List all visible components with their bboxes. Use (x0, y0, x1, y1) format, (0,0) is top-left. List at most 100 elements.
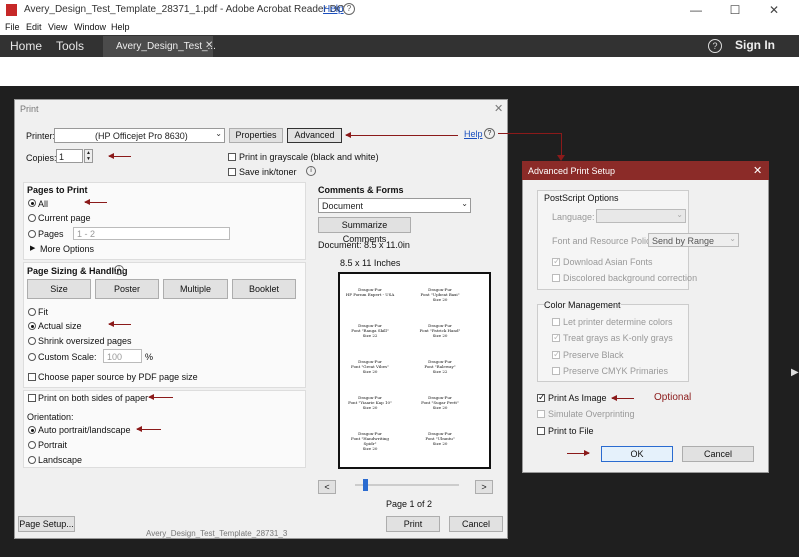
shrink-radio[interactable] (28, 337, 36, 345)
custom-scale-label: Custom Scale: (38, 352, 97, 362)
menu-help[interactable]: Help (111, 22, 130, 32)
fit-radio[interactable] (28, 308, 36, 316)
tab-poster[interactable]: Poster (95, 279, 159, 299)
custom-scale-input[interactable]: 100 (103, 349, 142, 363)
help-link-top[interactable]: Help (323, 4, 344, 15)
preview-size: 8.5 x 11 Inches (340, 258, 401, 268)
toolbar-strip (0, 57, 799, 86)
pdf-file-icon (6, 4, 17, 16)
preview-label: Dragon-Fur Font "Handwriting Spidr" Size 2… (345, 431, 395, 451)
page-slider-thumb[interactable] (363, 479, 369, 491)
summarize-comments-button[interactable]: Summarize Comments (318, 217, 411, 244)
nav-home[interactable]: Home (10, 39, 42, 53)
simulate-overprinting-checkbox[interactable] (537, 410, 545, 418)
treat-grays-label: Treat grays as K-only grays (563, 333, 673, 343)
pages-radio[interactable] (28, 230, 36, 238)
font-policy-label: Font and Resource Policy: (552, 236, 658, 246)
preserve-black-checkbox[interactable] (552, 349, 561, 360)
help-icon[interactable]: ? (343, 3, 355, 15)
footer-filename: Avery_Design_Test_Template_28731_3 (146, 529, 288, 538)
printer-select[interactable]: (HP Officejet Pro 8630) ⌄ (54, 128, 225, 143)
pages-range-input[interactable]: 1 - 2 (73, 227, 230, 240)
info-icon[interactable]: i (114, 265, 124, 275)
printer-value: (HP Officejet Pro 8630) (95, 131, 188, 141)
prev-page-button[interactable]: < (318, 480, 336, 494)
paper-source-checkbox[interactable] (28, 373, 36, 381)
more-options-link[interactable]: More Options (40, 244, 94, 254)
chevron-down-icon: ⌄ (461, 199, 468, 208)
info-icon[interactable]: i (306, 166, 316, 176)
preview-label: Dragon-Fur Font "Ranga Skill" Size 22 (345, 323, 395, 338)
fit-label: Fit (38, 307, 48, 317)
menu-window[interactable]: Window (74, 22, 106, 32)
comments-forms-select[interactable]: Document ⌄ (318, 198, 471, 213)
preview-label-line: HP Pornm Expert - USA (345, 292, 395, 297)
actual-size-radio[interactable] (28, 322, 36, 330)
language-select[interactable]: ⌄ (596, 209, 686, 223)
preview-label-line: Size 20 (432, 441, 448, 446)
preview-label-line: Size 20 (432, 405, 448, 410)
discolored-label: Discolored background correction (563, 273, 698, 283)
preserve-black-label: Preserve Black (563, 350, 624, 360)
pages-range-value: 1 - 2 (77, 229, 96, 239)
treat-grays-checkbox[interactable] (552, 332, 561, 343)
print-button[interactable]: Print (386, 516, 440, 532)
print-dialog-close-icon[interactable]: ✕ (494, 102, 503, 115)
simulate-overprinting-label: Simulate Overprinting (548, 409, 635, 419)
all-pages-radio[interactable] (28, 199, 36, 207)
page-setup-button[interactable]: Page Setup... (18, 516, 75, 532)
current-page-label: Current page (38, 213, 91, 223)
copies-stepper[interactable]: ▲ ▼ (84, 149, 93, 163)
close-tab-icon[interactable]: ✕ (205, 40, 213, 51)
advanced-dialog-close-icon[interactable]: ✕ (753, 164, 762, 177)
more-options-chevron-icon[interactable]: ▶ (30, 244, 35, 252)
discolored-checkbox[interactable] (552, 274, 560, 282)
minimize-button[interactable]: — (686, 3, 706, 17)
preserve-cmyk-checkbox[interactable] (552, 367, 560, 375)
menu-file[interactable]: File (5, 22, 20, 32)
shrink-label: Shrink oversized pages (38, 336, 132, 346)
menu-edit[interactable]: Edit (26, 22, 42, 32)
annotation-arrow-copies (108, 152, 131, 159)
printer-label: Printer: (26, 131, 56, 141)
preview-label-line: Size 20 (432, 333, 448, 338)
document-tab[interactable]: Avery_Design_Test_... (103, 36, 216, 57)
portrait-label: Portrait (38, 440, 68, 450)
close-window-button[interactable]: ✕ (764, 3, 784, 17)
font-policy-value: Send by Range (652, 236, 715, 246)
preview-label: Dragon-Fur Font "Raleway" Size 22 (415, 359, 465, 374)
print-as-image-checkbox[interactable] (537, 392, 546, 403)
sign-in-link[interactable]: Sign In (735, 38, 775, 52)
help-link[interactable]: Help (464, 129, 483, 139)
tab-multiple[interactable]: Multiple (163, 279, 228, 299)
paper-source-label: Choose paper source by PDF page size (38, 372, 198, 382)
cancel-button[interactable]: Cancel (449, 516, 503, 532)
help-icon[interactable]: ? (484, 128, 495, 139)
let-printer-checkbox[interactable] (552, 318, 560, 326)
next-page-button[interactable]: > (475, 480, 493, 494)
auto-orientation-radio[interactable] (28, 426, 36, 434)
font-policy-select[interactable]: Send by Range ⌄ (648, 233, 739, 247)
menu-view[interactable]: View (48, 22, 67, 32)
preview-label-line: Size 20 (362, 405, 378, 410)
ok-button[interactable]: OK (601, 446, 673, 462)
properties-button[interactable]: Properties (229, 128, 283, 143)
help-circle-icon[interactable]: ? (708, 39, 722, 53)
landscape-radio[interactable] (28, 456, 36, 464)
copies-input[interactable]: 1 (56, 149, 83, 163)
custom-scale-radio[interactable] (28, 353, 36, 361)
download-asian-checkbox[interactable] (552, 256, 561, 267)
current-page-radio[interactable] (28, 214, 36, 222)
chevron-right-icon[interactable]: ▶ (791, 367, 799, 378)
tab-size[interactable]: Size (27, 279, 91, 299)
maximize-button[interactable]: ☐ (725, 3, 745, 17)
tab-booklet[interactable]: Booklet (232, 279, 296, 299)
portrait-radio[interactable] (28, 441, 36, 449)
grayscale-checkbox[interactable] (228, 153, 236, 161)
save-ink-checkbox[interactable] (228, 168, 236, 176)
advanced-button[interactable]: Advanced (287, 128, 342, 143)
advanced-cancel-button[interactable]: Cancel (682, 446, 754, 462)
nav-tools[interactable]: Tools (56, 39, 84, 53)
both-sides-checkbox[interactable] (28, 394, 36, 402)
print-to-file-checkbox[interactable] (537, 427, 545, 435)
